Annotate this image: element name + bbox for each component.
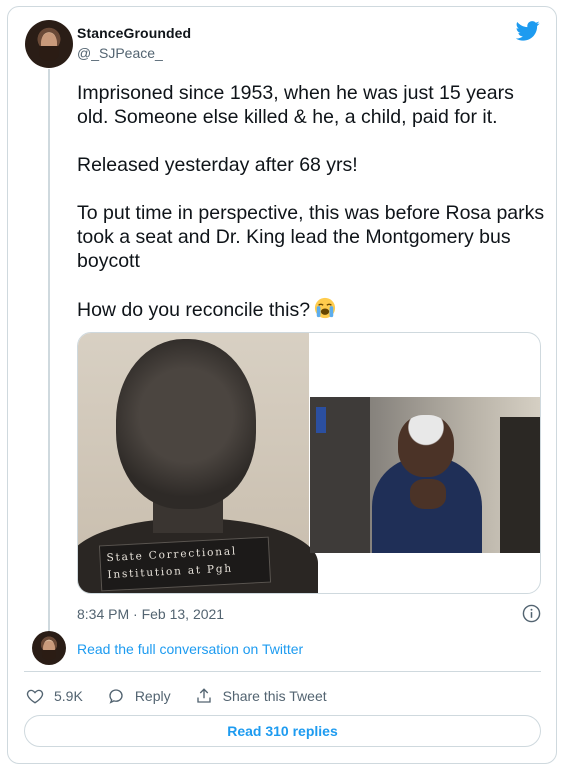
loudly-crying-face-icon	[314, 297, 336, 319]
divider	[24, 671, 541, 672]
read-replies-button[interactable]: Read 310 replies	[24, 715, 541, 747]
mugshot-photo[interactable]: State Correctional Institution at Pgh	[78, 333, 318, 593]
thread-line	[48, 69, 50, 633]
tweet-paragraph-last: How do you reconcile this?	[77, 297, 547, 322]
share-button[interactable]: Share this Tweet	[195, 687, 327, 705]
tweet-paragraph: Released yesterday after 68 yrs!	[77, 154, 358, 176]
conversation-avatar[interactable]	[32, 631, 66, 665]
read-conversation-link[interactable]: Read the full conversation on Twitter	[77, 641, 303, 657]
tweet-text: Imprisoned since 1953, when he was just …	[77, 81, 547, 322]
tweet-embed-card: StanceGrounded @_SJPeace_ Imprisoned sin…	[7, 6, 557, 764]
tweet-timestamp[interactable]: 8:34 PM · Feb 13, 2021	[77, 606, 224, 622]
release-photo[interactable]	[310, 397, 540, 553]
like-button[interactable]: 5.9K	[26, 687, 83, 705]
reply-button[interactable]: Reply	[107, 687, 171, 705]
tweet-media[interactable]: State Correctional Institution at Pgh	[77, 332, 541, 594]
reply-bubble-icon	[109, 689, 123, 704]
mugshot-nameplate: State Correctional Institution at Pgh	[98, 536, 272, 592]
author-handle[interactable]: @_SJPeace_	[77, 45, 163, 61]
heart-icon	[26, 689, 44, 704]
tweet-paragraph: To put time in perspective, this was bef…	[77, 202, 545, 272]
tweet-actions: 5.9K Reply Share this Tweet	[26, 685, 351, 707]
reply-label: Reply	[134, 688, 171, 704]
author-avatar[interactable]	[25, 20, 73, 68]
info-icon[interactable]	[522, 604, 541, 623]
share-icon	[196, 688, 211, 703]
tweet-paragraph-text: How do you reconcile this?	[77, 299, 311, 321]
twitter-bird-icon[interactable]	[516, 21, 540, 41]
share-label: Share this Tweet	[222, 688, 327, 704]
author-display-name[interactable]: StanceGrounded	[77, 25, 191, 41]
like-count: 5.9K	[54, 688, 83, 704]
tweet-paragraph: Imprisoned since 1953, when he was just …	[77, 82, 514, 128]
